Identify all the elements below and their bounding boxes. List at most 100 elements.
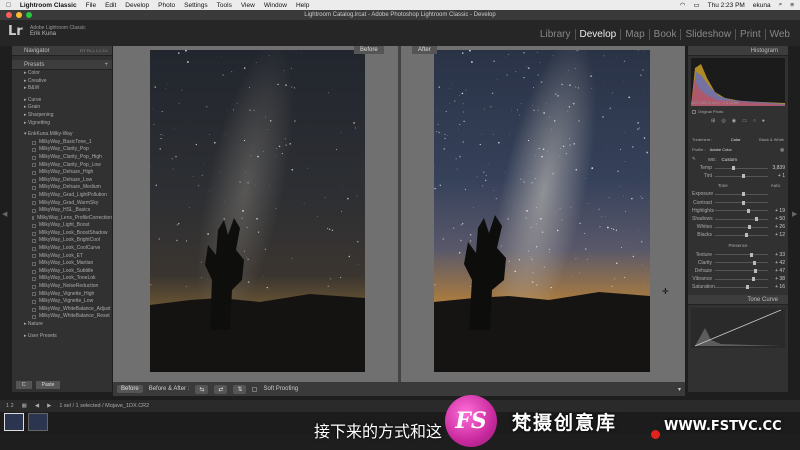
paste-settings-button[interactable]: Paste [35,381,61,389]
slider-value[interactable]: + 19 [771,208,785,214]
menu-tools[interactable]: Tools [217,2,232,9]
graduated-filter-icon[interactable]: ▭ [742,118,747,124]
preset-item[interactable]: MilkyWay_Grad_WarmSky [12,200,112,208]
eyedropper-icon[interactable]: ✎ [692,156,696,162]
slider-track[interactable] [715,225,768,230]
copy-before-to-after-button[interactable]: ⇆ [195,384,209,394]
slider-value[interactable]: + 42 [771,260,785,266]
spot-removal-icon[interactable]: ◎ [721,118,725,124]
slider-handle[interactable] [753,268,757,273]
tone-curve-graph[interactable] [691,308,785,349]
filmstrip-pages[interactable]: 1 2 [6,403,14,409]
slider-handle[interactable] [751,277,755,282]
preset-item[interactable]: MilkyWay_NoiseReduction [12,283,112,291]
search-icon[interactable]: ⌕ [779,1,783,9]
preset-item[interactable]: MilkyWay_Clarity_Pop_Low [12,162,112,170]
slider-handle[interactable] [748,225,752,230]
module-book[interactable]: Book [650,29,682,40]
filmstrip-thumbnail[interactable] [28,413,48,431]
preset-item[interactable]: MilkyWay_Vignette_Low [12,298,112,306]
preset-item[interactable]: MilkyWay_WhiteBalance_Reset [12,313,112,321]
preset-item[interactable]: MilkyWay_Dehaze_High [12,169,112,177]
slider-track[interactable] [715,217,768,222]
preset-item[interactable]: MilkyWay_Lens_ProfileCorrection [12,215,112,223]
presets-header[interactable]: Presets + [12,60,112,70]
copy-after-to-before-button[interactable]: ⇄ [214,384,228,394]
swap-before-after-button[interactable]: ⇅ [233,384,247,394]
wb-dropdown[interactable]: Custom [722,157,738,162]
treatment-bw-option[interactable]: Black & White [759,137,784,142]
preset-item[interactable]: MilkyWay_Clarity_Pop [12,146,112,154]
slider-handle[interactable] [732,166,736,171]
brush-icon[interactable]: ● [762,118,765,124]
histogram-header[interactable]: Histogram [688,46,788,56]
menu-help[interactable]: Help [296,2,309,9]
minimize-window-button[interactable] [16,12,22,18]
view-mode-button[interactable]: Before [117,385,143,393]
preset-item[interactable]: MilkyWay_Vignette_High [12,291,112,299]
preset-group-user-presets[interactable]: ▸ User Presets [12,333,112,341]
slider-track[interactable] [715,208,768,213]
close-window-button[interactable] [6,12,12,18]
menu-file[interactable]: File [86,2,96,9]
tone-curve-header[interactable]: Tone Curve [688,295,788,306]
slider-handle[interactable] [741,200,745,205]
slider-track[interactable] [715,285,768,290]
app-menu[interactable]: Lightroom Classic [20,2,77,9]
preset-group-3[interactable]: ▸ Vignetting [12,120,112,128]
grid-view-icon[interactable]: ▦ [22,403,27,409]
menu-view[interactable]: View [241,2,255,9]
add-preset-icon[interactable]: + [104,62,112,68]
preset-group-0[interactable]: ▸ Color [12,70,112,78]
slider-handle[interactable] [745,285,749,290]
apple-icon[interactable]:  [6,2,11,9]
preset-group-0[interactable]: ▸ Curve [12,97,112,105]
slider-handle[interactable] [749,252,753,257]
menu-settings[interactable]: Settings [184,2,208,9]
slider-track[interactable] [715,192,768,197]
menubar-clock[interactable]: Thu 2:23 PM [708,2,745,9]
next-icon[interactable]: ▶ [47,403,51,409]
slider-value[interactable]: + 50 [771,216,785,222]
preset-item[interactable]: MilkyWay_Look_ET [12,253,112,261]
preset-item[interactable]: MilkyWay_Look_Subtitle [12,268,112,276]
menu-list-icon[interactable]: ≡ [790,2,794,9]
radial-filter-icon[interactable]: ○ [753,118,756,124]
slider-handle[interactable] [744,233,748,238]
menu-develop[interactable]: Develop [125,2,149,9]
preset-item[interactable]: MilkyWay_Look_BrightCool [12,237,112,245]
preset-item[interactable]: MilkyWay_Look_BoostShadow [12,230,112,238]
right-panel-toggle-icon[interactable]: ▶ [792,210,797,218]
slider-value[interactable]: 3,839 [771,165,785,171]
navigator-header[interactable]: Navigator FIT FILL 1:1 3:1 [12,46,112,56]
red-eye-icon[interactable]: ◉ [732,118,736,124]
preset-group-2[interactable]: ▸ Sharpening [12,112,112,120]
slider-value[interactable]: + 47 [771,268,785,274]
module-slideshow[interactable]: Slideshow [681,29,737,40]
preset-item[interactable]: MilkyWay_Look_ToneLok [12,275,112,283]
slider-track[interactable] [715,268,768,273]
preset-item[interactable]: MilkyWay_Dehaze_Low [12,177,112,185]
preset-item[interactable]: MilkyWay_BasicTone_1 [12,139,112,147]
preset-item[interactable]: MilkyWay_WhiteBalance_Adjust [12,306,112,314]
zoom-window-button[interactable] [26,12,32,18]
menu-photo[interactable]: Photo [158,2,175,9]
preset-group-1[interactable]: ▸ Grain [12,104,112,112]
filmstrip-thumbnail[interactable] [4,413,24,431]
slider-track[interactable] [715,277,768,282]
slider-track[interactable] [715,174,768,179]
menu-window[interactable]: Window [264,2,287,9]
module-web[interactable]: Web [766,29,794,40]
left-panel-toggle-icon[interactable]: ◀ [2,210,7,218]
original-photo-row[interactable]: Original Photo [688,108,788,115]
after-photo[interactable] [434,50,650,372]
profile-browser-icon[interactable]: ▦ [780,147,784,152]
preset-item[interactable]: MilkyWay_Clarity_Pop_High [12,154,112,162]
slider-handle[interactable] [741,174,745,179]
navigator-zoom-options[interactable]: FIT FILL 1:1 3:1 [80,48,112,53]
slider-handle[interactable] [741,192,745,197]
toolbar-menu-icon[interactable]: ▾ [678,386,685,393]
slider-value[interactable]: + 33 [771,252,785,258]
slider-handle[interactable] [752,260,756,265]
module-library[interactable]: Library [536,29,576,40]
